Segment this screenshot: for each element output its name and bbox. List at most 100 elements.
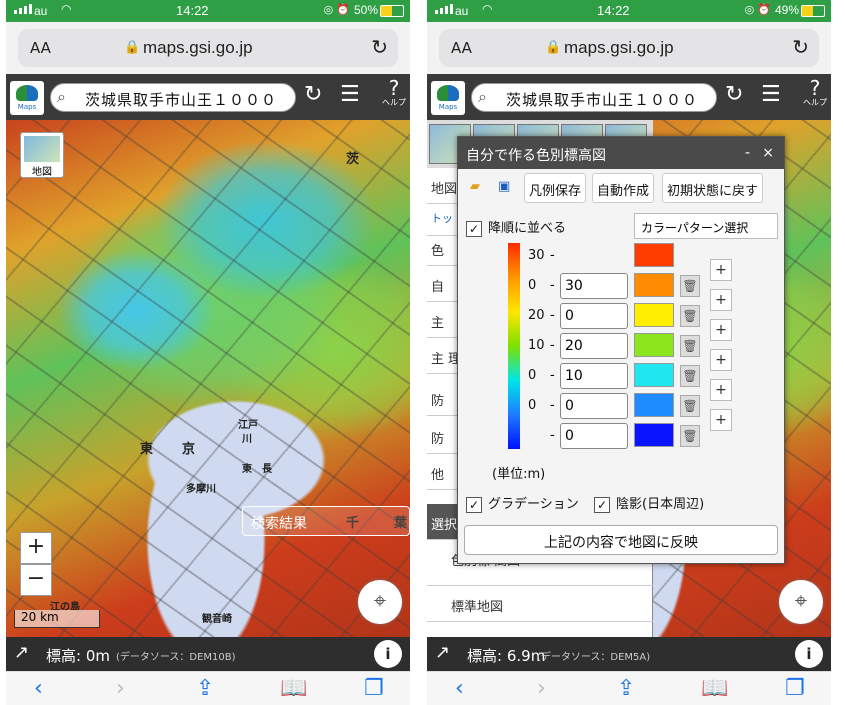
dialog-title: 自分で作る色別標高図 xyxy=(466,148,606,164)
level-value-input[interactable]: 20 xyxy=(560,333,628,359)
reset-button[interactable]: 初期状態に戻す xyxy=(662,173,764,203)
close-button[interactable]: × xyxy=(762,145,774,161)
add-level-button[interactable]: + xyxy=(710,409,732,431)
help-button[interactable]: ? ヘルプ xyxy=(382,78,406,108)
add-level-button[interactable]: + xyxy=(710,319,732,341)
minimize-button[interactable]: - xyxy=(745,145,750,161)
share-icon[interactable]: ⇪ xyxy=(196,676,214,701)
reload-icon[interactable]: ↻ xyxy=(371,35,388,59)
level-color-swatch[interactable] xyxy=(634,393,674,417)
trash-icon[interactable]: 🗑 xyxy=(680,275,700,297)
level-value-input[interactable]: 30 xyxy=(560,273,628,299)
tabs-icon[interactable]: ❐ xyxy=(364,676,384,701)
battery-percent: 49% xyxy=(774,3,799,17)
zoom-out-button[interactable]: − xyxy=(20,564,52,596)
info-button[interactable]: i xyxy=(795,640,823,668)
info-button[interactable]: i xyxy=(374,640,402,668)
location-icon[interactable]: ⌖ xyxy=(779,580,823,624)
trash-icon[interactable]: 🗑 xyxy=(680,395,700,417)
level-color-swatch[interactable] xyxy=(634,243,674,267)
menu-icon[interactable]: ☰ xyxy=(761,82,781,107)
url-field[interactable]: AA 🔒 maps.gsi.go.jp ↻ xyxy=(18,29,398,67)
expand-arrow-icon[interactable]: ↗ xyxy=(14,642,29,663)
menu-icon[interactable]: ☰ xyxy=(340,82,360,107)
trash-icon[interactable]: 🗑 xyxy=(680,335,700,357)
url-text[interactable]: maps.gsi.go.jp xyxy=(564,38,674,58)
color-pattern-select[interactable]: カラーパターン選択 xyxy=(634,213,778,239)
level-dash: - xyxy=(550,278,555,293)
share-icon[interactable]: ⇪ xyxy=(617,676,635,701)
custom-elevation-dialog: 自分で作る色別標高図 - × ▰ ▣ 凡例保存 自動作成 初期状態に戻す ✓ 降順… xyxy=(457,136,785,564)
bookmarks-icon[interactable]: 📖 xyxy=(701,676,728,701)
refresh-icon[interactable]: ↻ xyxy=(304,82,322,107)
gradation-checkbox[interactable]: ✓ グラデーション xyxy=(466,493,579,513)
road-network xyxy=(6,120,410,637)
base-map-button[interactable]: 地図 xyxy=(20,132,64,178)
expand-arrow-icon[interactable]: ↗ xyxy=(435,642,450,663)
wifi-icon: ◠ xyxy=(61,2,72,16)
forward-icon[interactable]: › xyxy=(116,676,125,701)
trash-icon[interactable]: 🗑 xyxy=(680,305,700,327)
save-legend-button[interactable]: 凡例保存 xyxy=(524,173,587,203)
level-color-swatch[interactable] xyxy=(634,423,674,447)
trash-icon[interactable]: 🗑 xyxy=(680,425,700,447)
reload-icon[interactable]: ↻ xyxy=(792,35,809,59)
address-search-input[interactable]: ⌕ 茨城県取手市山王１０００ xyxy=(50,83,296,112)
address-search-input[interactable]: ⌕ 茨城県取手市山王１０００ xyxy=(471,83,717,112)
dialog-title-bar: 自分で作る色別標高図 - × xyxy=(458,137,784,169)
add-level-button[interactable]: + xyxy=(710,289,732,311)
apply-to-map-button[interactable]: 上記の内容で地図に反映 xyxy=(464,525,778,555)
battery-percent: 50% xyxy=(353,3,378,17)
safari-bottom-toolbar: ‹ › ⇪ 📖 ❐ xyxy=(427,671,831,705)
level-value-input[interactable]: 0 xyxy=(560,423,628,449)
add-level-button[interactable]: + xyxy=(710,259,732,281)
bookmarks-icon[interactable]: 📖 xyxy=(280,676,307,701)
search-results-button[interactable]: 検索結果 xyxy=(242,506,410,536)
gsi-maps-logo[interactable]: Maps xyxy=(431,81,465,115)
elevation-label: 標高: xyxy=(467,647,503,665)
back-icon[interactable]: ‹ xyxy=(34,676,43,701)
level-value-input[interactable]: 10 xyxy=(560,363,628,389)
level-row: -0 🗑 + xyxy=(528,409,778,451)
back-icon[interactable]: ‹ xyxy=(455,676,464,701)
text-size-button[interactable]: AA xyxy=(30,39,51,57)
tabs-icon[interactable]: ❐ xyxy=(785,676,805,701)
url-field[interactable]: AA 🔒 maps.gsi.go.jp ↻ xyxy=(439,29,819,67)
search-icon[interactable]: ⌕ xyxy=(57,87,66,107)
trash-icon[interactable]: 🗑 xyxy=(680,365,700,387)
level-label: 20 xyxy=(528,308,545,323)
help-button[interactable]: ? ヘルプ xyxy=(803,78,827,108)
search-text[interactable]: 茨城県取手市山王１０００ xyxy=(506,89,698,110)
zoom-in-button[interactable]: + xyxy=(20,532,52,564)
level-color-swatch[interactable] xyxy=(634,273,674,297)
save-icon[interactable]: ▣ xyxy=(494,173,518,203)
level-row: 0-0 🗑 + xyxy=(528,379,778,421)
auto-create-button[interactable]: 自動作成 xyxy=(592,173,655,203)
elevation-value: 0m xyxy=(85,647,110,665)
text-size-button[interactable]: AA xyxy=(451,39,472,57)
level-color-swatch[interactable] xyxy=(634,363,674,387)
refresh-icon[interactable]: ↻ xyxy=(725,82,743,107)
level-value-input[interactable]: 0 xyxy=(560,303,628,329)
search-text[interactable]: 茨城県取手市山王１０００ xyxy=(85,89,277,110)
forward-icon[interactable]: › xyxy=(537,676,546,701)
level-color-swatch[interactable] xyxy=(634,333,674,357)
url-text[interactable]: maps.gsi.go.jp xyxy=(143,38,253,58)
add-level-button[interactable]: + xyxy=(710,349,732,371)
gsi-toolbar: Maps ⌕ 茨城県取手市山王１０００ ↻ ☰ ? ヘルプ xyxy=(427,74,831,120)
level-color-swatch[interactable] xyxy=(634,303,674,327)
search-icon[interactable]: ⌕ xyxy=(478,87,487,107)
map-canvas[interactable]: 茨 東 京 江戸 川 東 長 多摩川 千 葉 江の島 観音崎 地図 検索結果 +… xyxy=(6,120,410,637)
folder-icon[interactable]: ▰ xyxy=(466,173,490,203)
sort-desc-checkbox[interactable]: ✓ 降順に並べる xyxy=(466,217,566,237)
level-row: 10-20 🗑 + xyxy=(528,319,778,361)
gsi-maps-logo[interactable]: Maps xyxy=(10,81,44,115)
add-level-button[interactable]: + xyxy=(710,379,732,401)
map-label: 東 xyxy=(140,442,154,457)
safari-address-bar: AA 🔒 maps.gsi.go.jp ↻ xyxy=(427,22,831,74)
location-icon[interactable]: ⌖ xyxy=(358,580,402,624)
shade-checkbox[interactable]: ✓ 陰影(日本周辺) xyxy=(594,493,704,513)
help-label: ヘルプ xyxy=(382,98,406,107)
layer-standard[interactable]: 標準地図 xyxy=(427,586,653,622)
level-value-input[interactable]: 0 xyxy=(560,393,628,419)
